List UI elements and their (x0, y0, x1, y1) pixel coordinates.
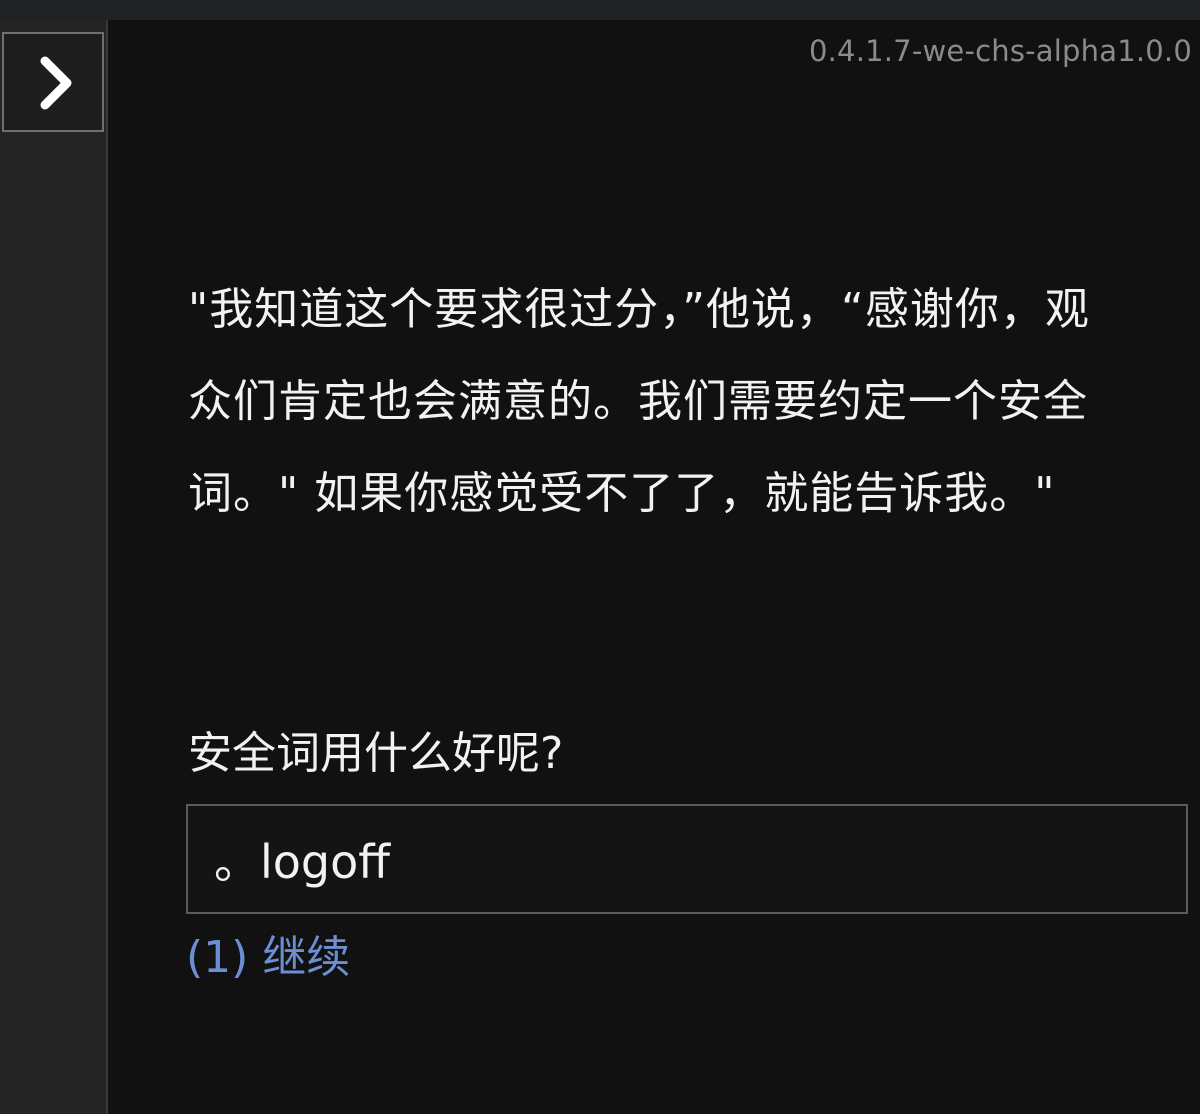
continue-link[interactable]: (1) 继续 (186, 926, 350, 990)
story-passage: "我知道这个要求很过分，”他说，“感谢你，观众们肯定也会满意的。我们需要约定一个… (188, 284, 1090, 519)
version-label: 0.4.1.7-we-chs-alpha1.0.0 (808, 34, 1192, 68)
chevron-right-icon (40, 56, 72, 110)
sidebar-toggle-button[interactable] (2, 32, 104, 132)
story-pane: 0.4.1.7-we-chs-alpha1.0.0 "我知道这个要求很过分，”他… (108, 20, 1200, 1114)
top-bar (0, 0, 1200, 20)
sidebar (0, 20, 108, 1114)
safeword-input[interactable] (186, 804, 1188, 914)
question-prompt: 安全词用什么好呢? (188, 728, 564, 779)
